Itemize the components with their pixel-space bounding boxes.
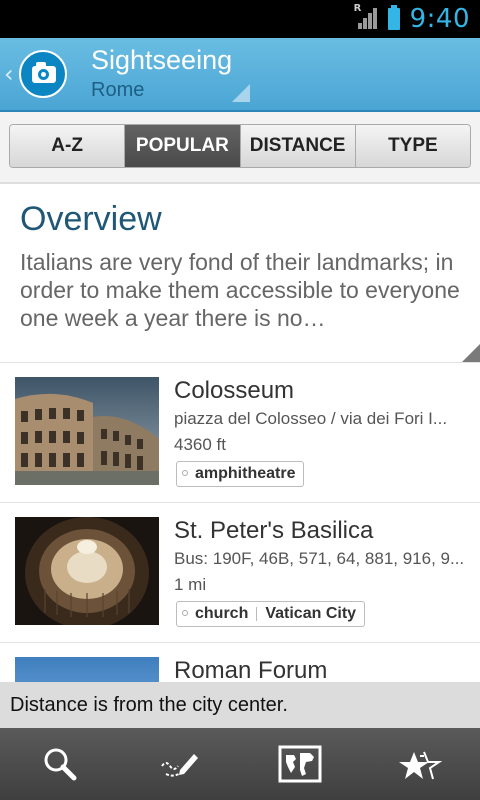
list-item-st-peters-basilica[interactable]: St. Peter's Basilica Bus: 190F, 46B, 571… bbox=[0, 503, 480, 643]
place-address: piazza del Colosseo / via dei Fori I... bbox=[174, 409, 448, 428]
place-title: Colosseum bbox=[174, 377, 295, 404]
bottom-nav bbox=[0, 728, 480, 800]
st-peters-thumbnail bbox=[15, 517, 159, 625]
up-button[interactable]: ‹ bbox=[0, 38, 72, 110]
expand-corner-icon bbox=[462, 344, 480, 362]
tab-bar: A-Z POPULAR DISTANCE TYPE bbox=[0, 112, 480, 184]
notes-button[interactable] bbox=[120, 728, 240, 800]
place-distance: 4360 ft bbox=[174, 435, 226, 454]
place-address: Bus: 190F, 46B, 571, 64, 881, 916, 9... bbox=[174, 549, 465, 568]
search-icon bbox=[44, 748, 77, 781]
tag-label: Vatican City bbox=[265, 605, 357, 622]
map-icon bbox=[278, 745, 322, 783]
place-title: St. Peter's Basilica bbox=[174, 517, 374, 544]
tab-popular[interactable]: POPULAR bbox=[124, 125, 240, 167]
tab-type[interactable]: TYPE bbox=[354, 125, 470, 167]
camera-icon bbox=[19, 50, 67, 98]
toast-message: Distance is from the city center. bbox=[0, 682, 480, 728]
spinner-corner-icon bbox=[232, 84, 250, 102]
page-title: Sightseeing bbox=[91, 45, 233, 75]
tab-distance[interactable]: DISTANCE bbox=[239, 125, 355, 167]
list-item-colosseum[interactable]: Colosseum piazza del Colosseo / via dei … bbox=[0, 363, 480, 503]
signal-icon: R bbox=[354, 3, 378, 31]
sort-tabs: A-Z POPULAR DISTANCE TYPE bbox=[9, 124, 471, 168]
tag-icon bbox=[182, 470, 188, 476]
status-icons: R 9:40 bbox=[354, 0, 470, 38]
category-tag: amphitheatre bbox=[176, 461, 305, 487]
category-tag: church Vatican City bbox=[176, 601, 366, 627]
chevron-left-icon: ‹ bbox=[4, 60, 14, 88]
favorites-star-icon bbox=[399, 751, 442, 780]
tag-label: amphitheatre bbox=[195, 465, 296, 482]
edit-note-icon bbox=[161, 754, 198, 777]
tab-a-z[interactable]: A-Z bbox=[10, 125, 125, 167]
page-subtitle: Rome bbox=[91, 79, 145, 101]
overview-title: Overview bbox=[20, 200, 162, 238]
tag-icon bbox=[182, 610, 188, 616]
clock: 9:40 bbox=[409, 4, 470, 34]
status-bar: R 9:40 bbox=[0, 0, 480, 38]
place-title: Roman Forum bbox=[174, 657, 328, 684]
colosseum-thumbnail bbox=[15, 377, 159, 485]
battery-icon bbox=[387, 5, 400, 30]
overview-text: Italians are very fond of their landmark… bbox=[20, 249, 460, 331]
search-button[interactable] bbox=[0, 728, 120, 800]
place-distance: 1 mi bbox=[174, 575, 207, 594]
overview-section[interactable]: Overview Italians are very fond of their… bbox=[0, 184, 480, 363]
map-button[interactable] bbox=[240, 728, 360, 800]
tag-divider bbox=[256, 607, 258, 621]
favorites-button[interactable] bbox=[360, 728, 480, 800]
tag-label: church bbox=[195, 605, 249, 622]
network-indicator: R bbox=[353, 3, 362, 14]
title-spinner[interactable]: Sightseeing Rome bbox=[80, 38, 260, 110]
action-bar: ‹ Sightseeing Rome bbox=[0, 38, 480, 112]
